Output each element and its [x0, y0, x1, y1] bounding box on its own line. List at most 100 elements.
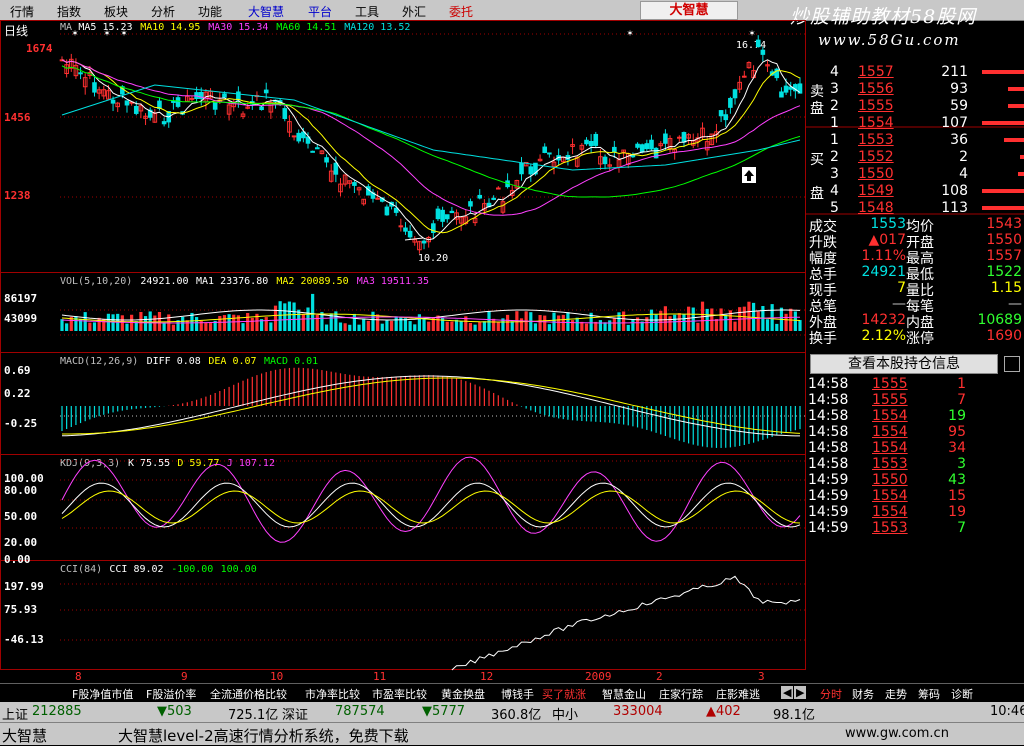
ticker-url[interactable]: www.gw.com.cn: [845, 726, 949, 741]
order-price[interactable]: 1553: [858, 132, 894, 148]
tick-row[interactable]: 14:58 1553 3: [806, 456, 1024, 472]
ticker-app-name: 大智慧: [2, 727, 48, 745]
candle-body: [612, 146, 617, 153]
candle-body: [310, 150, 315, 153]
volume-bar: [617, 312, 621, 331]
volume-bar: [283, 303, 287, 331]
order-price[interactable]: 1548: [858, 200, 894, 216]
volume-bar: [1004, 138, 1024, 142]
volume-bar: [603, 322, 607, 331]
order-row-buy[interactable]: 3 1550 4: [806, 166, 1024, 182]
indicator-tab-2[interactable]: 全流通价格比较: [210, 686, 287, 702]
diff-line: [61, 375, 800, 437]
volume-bar: [663, 306, 667, 331]
right-tab-4[interactable]: 诊断: [951, 686, 973, 702]
status-field-12: 10:46: [990, 704, 1024, 719]
order-level: 3: [830, 166, 839, 182]
order-row-sell[interactable]: 4 1557 211: [806, 64, 1024, 80]
candle-body: [435, 208, 441, 220]
volume-bar: [88, 322, 92, 331]
candle-body: [588, 140, 594, 147]
volume-bar: [468, 323, 473, 331]
right-tab-2[interactable]: 走势: [885, 686, 907, 702]
candle-body: [593, 133, 599, 146]
stat-value: 1.11%: [861, 248, 906, 264]
indicator-tab-1[interactable]: F股溢价率: [146, 686, 196, 702]
right-tab-0[interactable]: 分时: [820, 686, 842, 702]
candle-body: [407, 230, 413, 238]
volume-bar: [543, 315, 547, 331]
order-level: 1: [830, 115, 839, 131]
stat-value: 7: [897, 280, 906, 296]
indicator-tab-6[interactable]: 博钱手: [501, 686, 534, 702]
holdings-toggle[interactable]: [1004, 356, 1020, 372]
tick-volume: 34: [948, 440, 966, 456]
order-price[interactable]: 1549: [858, 183, 894, 199]
candle-body: [663, 133, 668, 144]
candle-body: [161, 121, 167, 125]
dea-line: [62, 377, 801, 435]
indicator-tab-7[interactable]: 买了就涨: [542, 686, 586, 702]
indicator-tab-10[interactable]: 庄影难逃: [716, 686, 760, 702]
indicator-tab-4[interactable]: 市盈率比较: [372, 686, 427, 702]
candle-body: [133, 105, 139, 114]
tick-row[interactable]: 14:58 1554 34: [806, 440, 1024, 456]
tick-row[interactable]: 14:58 1554 19: [806, 408, 1024, 424]
tick-row[interactable]: 14:58 1555 7: [806, 392, 1024, 408]
order-price[interactable]: 1552: [858, 149, 894, 165]
volume-bar: [204, 322, 208, 331]
order-row-sell[interactable]: 卖 3 1556 93: [806, 81, 1024, 100]
volume-bar: [533, 323, 538, 331]
order-row-sell[interactable]: 盘 2 1555 59: [806, 98, 1024, 117]
candle-body: [78, 72, 83, 75]
tick-row[interactable]: 14:58 1554 95: [806, 424, 1024, 440]
stat-row: 总手 24921 最低 1522: [806, 264, 1024, 283]
tick-row[interactable]: 14:59 1554 19: [806, 504, 1024, 520]
order-price[interactable]: 1554: [858, 115, 894, 131]
order-price[interactable]: 1550: [858, 166, 894, 182]
tick-row[interactable]: 14:59 1554 15: [806, 488, 1024, 504]
right-tab-1[interactable]: 财务: [852, 686, 874, 702]
tick-row[interactable]: 14:58 1555 1: [806, 376, 1024, 392]
stat-label: 换手: [809, 331, 837, 347]
ma30-line: [61, 59, 801, 216]
volume-bar: [547, 324, 551, 331]
order-volume: 36: [950, 132, 968, 148]
candle-body: [352, 182, 357, 186]
tick-row[interactable]: 14:59 1553 7: [806, 520, 1024, 536]
holdings-button[interactable]: 查看本股持仓信息: [810, 354, 998, 374]
volume-bar: [389, 320, 394, 331]
stat-row: 幅度 1.11% 最高 1557: [806, 248, 1024, 267]
order-row-buy[interactable]: 买 2 1552 2: [806, 149, 1024, 168]
indicator-tab-0[interactable]: F股净值市值: [72, 686, 133, 702]
order-row-buy[interactable]: 1 1553 36: [806, 132, 1024, 148]
order-row-buy[interactable]: 5 1548 113: [806, 200, 1024, 216]
tick-row[interactable]: 14:59 1550 43: [806, 472, 1024, 488]
volume-bar: [519, 318, 524, 331]
tick-time: 14:58: [808, 376, 849, 392]
ticker-message[interactable]: 大智慧level-2高速行情分析系统，免费下载: [118, 725, 409, 746]
ma120-line: [61, 84, 801, 171]
volume-bar: [696, 322, 700, 331]
order-price[interactable]: 1555: [858, 98, 894, 114]
order-row-buy[interactable]: 盘 4 1549 108: [806, 183, 1024, 202]
candle-body: [477, 194, 483, 199]
right-tab-3[interactable]: 筹码: [918, 686, 940, 702]
order-row-sell[interactable]: 1 1554 107: [806, 115, 1024, 131]
indicator-tab-9[interactable]: 庄家行踪: [659, 686, 703, 702]
indicator-tab-5[interactable]: 黄金换盘: [441, 686, 485, 702]
candle-body: [375, 197, 380, 200]
order-level: 5: [830, 200, 839, 216]
indicator-tab-3[interactable]: 市净率比较: [305, 686, 360, 702]
tick-price: 1553: [872, 520, 908, 536]
order-price[interactable]: 1556: [858, 81, 894, 97]
candle-body: [602, 156, 608, 165]
order-price[interactable]: 1557: [858, 64, 894, 80]
candle-body: [92, 82, 97, 93]
status-field-7: 360.8亿: [491, 708, 542, 723]
scroll-left-button[interactable]: ◀: [781, 686, 794, 699]
volume-bar: [301, 314, 305, 331]
indicator-tab-8[interactable]: 智慧金山: [602, 686, 646, 702]
scroll-right-button[interactable]: ▶: [794, 686, 807, 699]
stat-row: 现手 7 量比 1.15: [806, 280, 1024, 299]
